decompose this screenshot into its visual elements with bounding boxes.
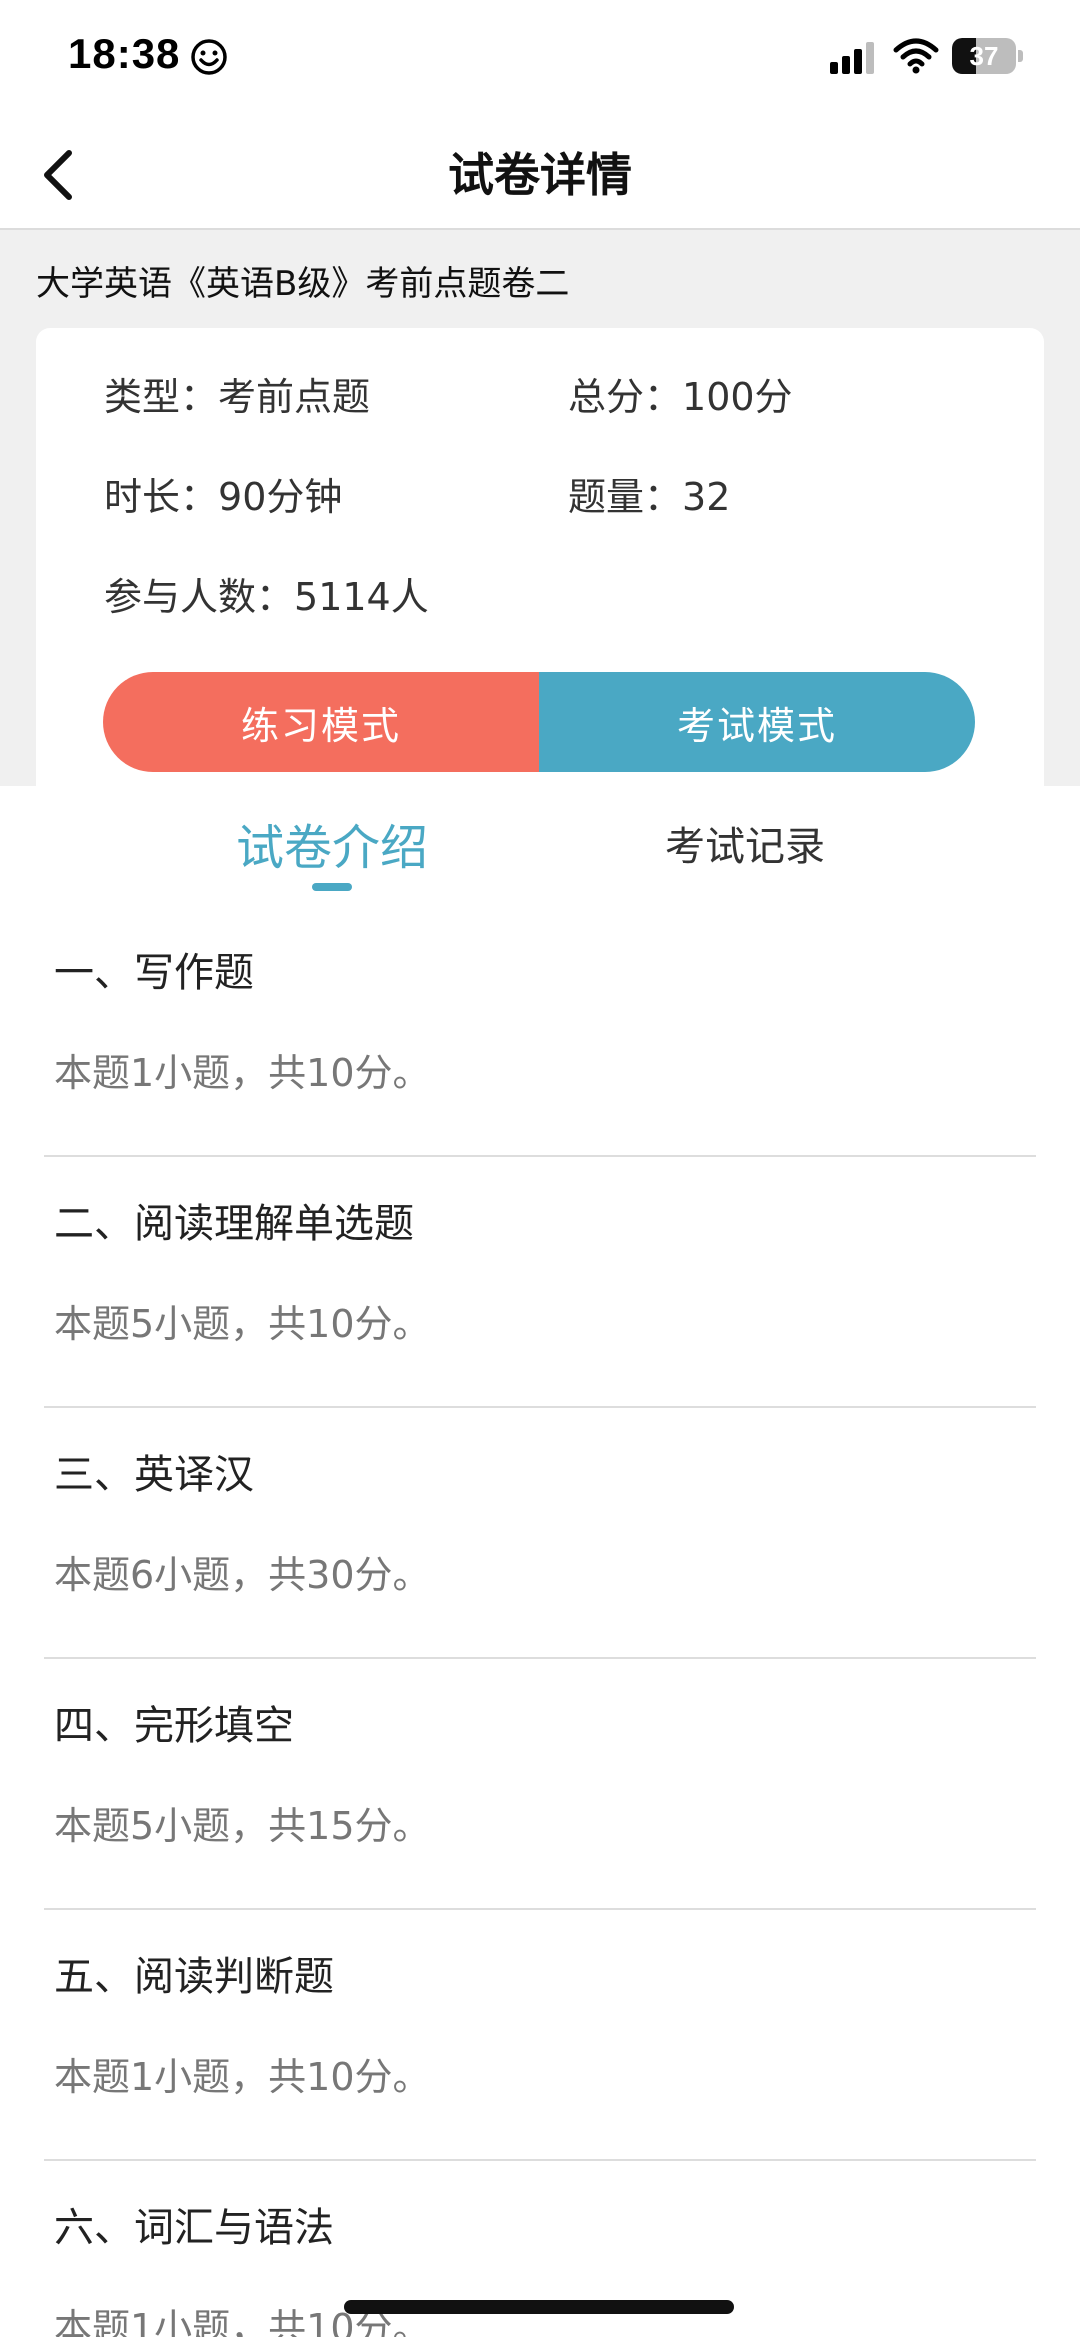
info-count: 题量：32 [568,466,730,521]
status-bar: 18:38 37 [0,0,1080,120]
info-duration: 时长：90分钟 [104,466,342,521]
section-desc: 本题6小题，共30分。 [54,1553,431,1597]
tab-bar: 试卷介绍 考试记录 [0,786,1080,906]
status-time: 18:38 [68,30,181,77]
section-title: 二、阅读理解单选题 [54,1201,414,1247]
info-count-label: 题量： [568,475,683,519]
exam-mode-button[interactable]: 考试模式 [539,672,975,772]
chevron-left-icon [44,150,72,200]
battery-icon: 37 [952,38,1023,74]
section-title: 一、写作题 [54,950,254,996]
info-score-value: 100分 [682,375,793,419]
section-title: 四、完形填空 [54,1703,294,1749]
active-tab-indicator [312,883,352,891]
tab-paper-intro[interactable]: 试卷介绍 [200,808,464,878]
section-item: 五、阅读判断题 本题1小题，共10分。 [44,1910,1036,2161]
section-item: 四、完形填空 本题5小题，共15分。 [44,1659,1036,1910]
page-title: 试卷详情 [448,148,632,202]
info-participants-label: 参与人数： [104,575,295,619]
section-desc: 本题5小题，共10分。 [54,1302,431,1346]
section-list: 一、写作题 本题1小题，共10分。 二、阅读理解单选题 本题5小题，共10分。 … [0,906,1080,2337]
info-duration-value: 90分钟 [218,475,343,519]
tab-exam-records[interactable]: 考试记录 [620,814,870,872]
smiley-icon [191,39,227,75]
section-desc: 本题5小题，共15分。 [54,1804,431,1848]
section-title: 五、阅读判断题 [54,1954,334,2000]
section-title: 三、英译汉 [54,1452,254,1498]
info-score-label: 总分： [568,375,683,419]
info-count-value: 32 [682,475,731,519]
info-type: 类型：考前点题 [104,366,370,421]
nav-bar: 试卷详情 [0,120,1080,230]
info-type-label: 类型： [104,375,219,419]
section-desc: 本题1小题，共10分。 [54,2055,431,2099]
home-indicator[interactable] [344,2300,734,2314]
signal-icon [830,42,874,74]
section-desc: 本题1小题，共10分。 [54,1051,431,1095]
info-duration-label: 时长： [104,475,219,519]
section-title: 六、词汇与语法 [54,2205,334,2251]
back-button[interactable] [24,140,94,210]
info-score: 总分：100分 [568,366,793,421]
section-item: 三、英译汉 本题6小题，共30分。 [44,1408,1036,1659]
info-type-value: 考前点题 [218,375,371,419]
paper-title: 大学英语《英语B级》考前点题卷二 [36,264,570,304]
battery-level: 37 [969,41,999,71]
wifi-icon [893,38,939,74]
section-item: 二、阅读理解单选题 本题5小题，共10分。 [44,1157,1036,1408]
practice-mode-button[interactable]: 练习模式 [103,672,539,772]
info-participants-value: 5114人 [294,575,429,619]
section-item: 一、写作题 本题1小题，共10分。 [44,906,1036,1157]
mode-buttons: 练习模式 考试模式 [103,672,975,772]
info-participants: 参与人数：5114人 [104,566,429,621]
